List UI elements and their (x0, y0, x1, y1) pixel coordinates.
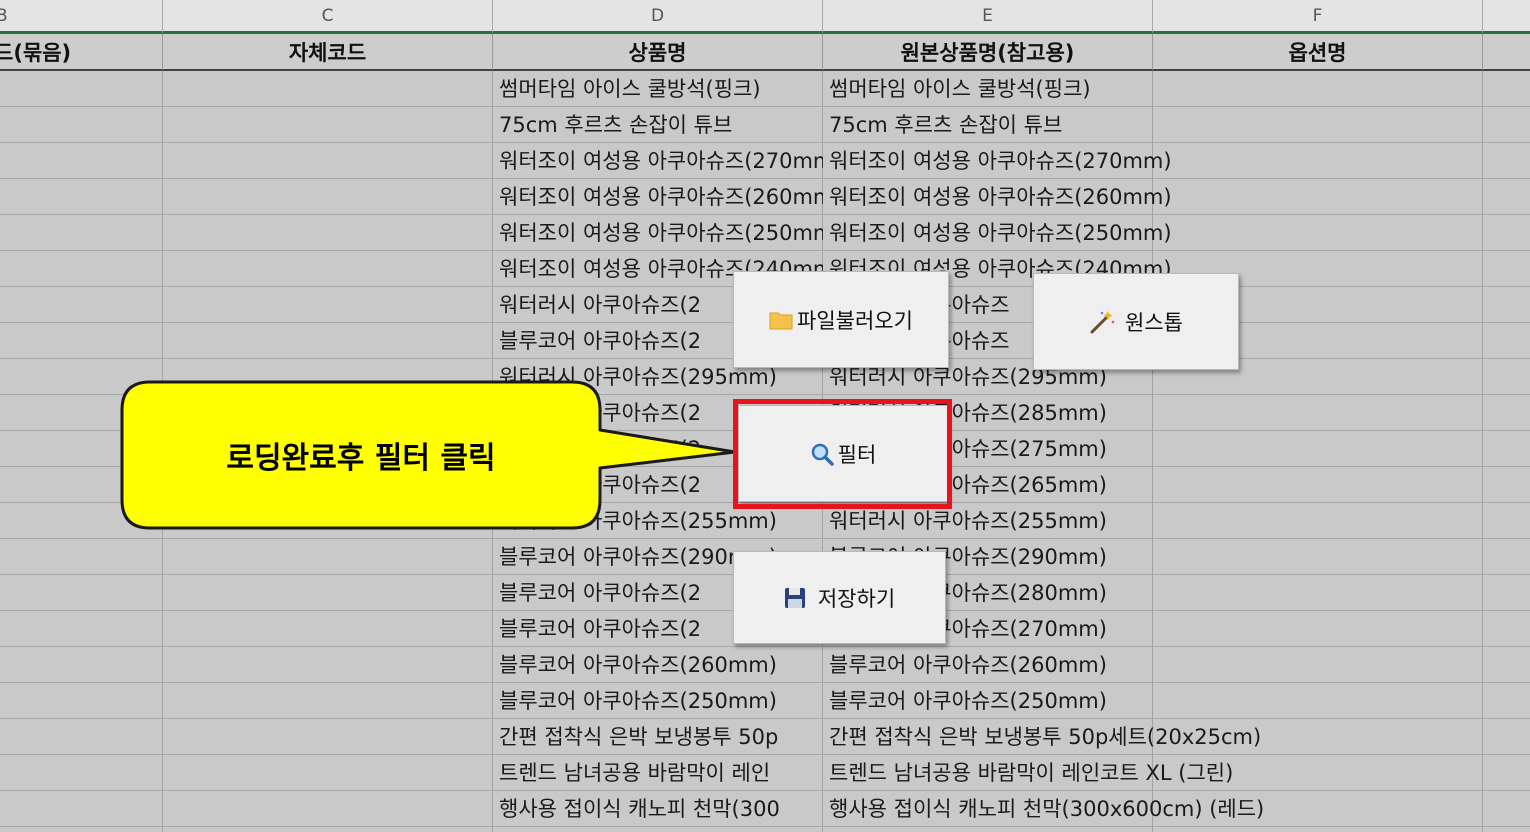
header-label: 드(묶음) (0, 40, 72, 65)
column-letter-label: D (650, 5, 665, 26)
header-cell-d[interactable]: 상품명 (493, 34, 823, 71)
original-name-cell[interactable]: 행사용 접이식 캐노피 천막(300x600cm) (레드) (823, 791, 1264, 827)
product-name-cell[interactable]: 워터조이 여성용 아쿠아슈즈(250mm) (493, 215, 823, 251)
filter-label: 필터 (837, 442, 877, 467)
original-name-cell[interactable]: 워터조이 여성용 아쿠아슈즈(270mm) (823, 143, 1172, 179)
filter-button[interactable]: 필터 (738, 405, 948, 502)
header-label: 옵션명 (1288, 40, 1347, 65)
product-name-cell[interactable]: 썸머타임 아이스 쿨방석(핑크) (493, 71, 823, 107)
original-name-cell[interactable]: 워터조이 여성용 아쿠아슈즈(250mm) (823, 215, 1172, 251)
column-letter-e[interactable]: E (823, 0, 1153, 34)
column-letter-label: E (982, 5, 993, 26)
load-file-label: 파일불러오기 (797, 308, 913, 333)
header-cell-c[interactable]: 자체코드 (163, 34, 493, 71)
original-name-cell[interactable]: 워터조이 여성용 아쿠아슈즈(260mm) (823, 179, 1172, 215)
header-label: 자체코드 (288, 40, 367, 65)
product-name-cell[interactable]: 워터조이 여성용 아쿠아슈즈(260mm) (493, 179, 823, 215)
column-letter-f[interactable]: F (1153, 0, 1483, 34)
original-name-cell[interactable]: 트렌드 남녀공용 바람막이 레인코트 XL (그린) (823, 755, 1233, 791)
folder-icon (769, 310, 793, 330)
original-name-cell[interactable]: 썸머타임 아이스 쿨방석(핑크) (823, 71, 1153, 107)
product-name-cell[interactable]: 블루코어 아쿠아슈즈(260mm) (493, 647, 823, 683)
original-name-cell[interactable]: 간편 접착식 은박 보냉봉투 50p세트(20x25cm) (823, 719, 1261, 755)
header-cell-f[interactable]: 옵션명 (1153, 34, 1483, 71)
onestop-label: 원스톱 (1125, 310, 1183, 335)
original-name-cell[interactable]: 블루코어 아쿠아슈즈(250mm) (823, 683, 1153, 719)
header-label: 원본상품명(참고용) (900, 40, 1075, 65)
header-cell-e[interactable]: 원본상품명(참고용) (823, 34, 1153, 71)
original-name-cell[interactable]: 블루코어 아쿠아슈즈(260mm) (823, 647, 1153, 683)
original-name-cell[interactable]: 75cm 후르츠 손잡이 튜브 (823, 107, 1153, 143)
save-button[interactable]: 저장하기 (733, 551, 946, 644)
load-file-button[interactable]: 파일불러오기 (733, 271, 949, 368)
magic-wand-icon (1089, 310, 1115, 334)
column-letter-b[interactable]: B (0, 0, 163, 34)
header-label: 상품명 (628, 40, 687, 65)
column-letter-d[interactable]: D (493, 0, 823, 34)
product-name-cell[interactable]: 트렌드 남녀공용 바람막이 레인 (493, 755, 823, 791)
column-letter-g[interactable] (1483, 0, 1530, 34)
product-name-cell[interactable]: 75cm 후르츠 손잡이 튜브 (493, 107, 823, 143)
search-icon (810, 442, 834, 466)
column-letter-label: C (321, 5, 334, 26)
save-label: 저장하기 (817, 586, 896, 611)
column-letter-label: F (1312, 5, 1323, 26)
original-name-cell[interactable]: 워터러시 아쿠아슈즈(255mm) (823, 503, 1153, 539)
column-letter-label: B (0, 5, 8, 26)
product-name-cell[interactable]: 블루코어 아쿠아슈즈(250mm) (493, 683, 823, 719)
onestop-button[interactable]: 원스톱 (1033, 273, 1239, 370)
column-letter-c[interactable]: C (163, 0, 493, 34)
product-name-cell[interactable]: 간편 접착식 은박 보냉봉투 50p (493, 719, 823, 755)
header-cell-g[interactable] (1483, 34, 1530, 71)
floppy-disk-icon (784, 587, 806, 609)
product-name-cell[interactable]: 워터러시 아쿠아슈즈(255mm) (493, 503, 823, 539)
product-name-cell[interactable]: 워터조이 여성용 아쿠아슈즈(270mm) (493, 143, 823, 179)
header-cell-b[interactable]: 드(묶음) (0, 34, 163, 71)
product-name-cell[interactable]: 행사용 접이식 캐노피 천막(300 (493, 791, 823, 827)
